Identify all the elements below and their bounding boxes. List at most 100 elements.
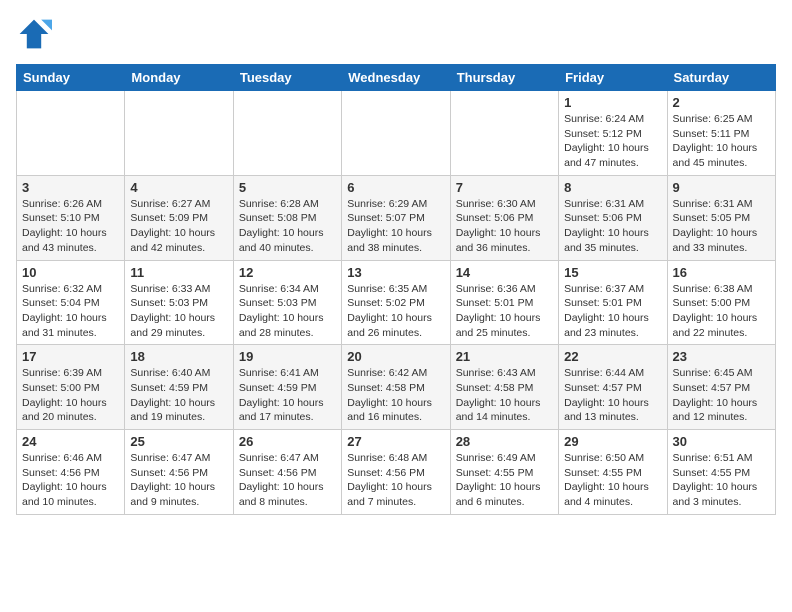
day-number: 24 — [22, 434, 119, 449]
calendar-cell: 11 Sunrise: 6:33 AM Sunset: 5:03 PM Dayli… — [125, 260, 233, 345]
day-number: 18 — [130, 349, 227, 364]
day-number: 2 — [673, 95, 770, 110]
calendar-week-4: 17Sunrise: 6:39 AM Sunset: 5:00 PM Dayli… — [17, 345, 776, 430]
day-number: 21 — [456, 349, 553, 364]
day-info: Sunrise: 6:33 AM Sunset: 5:03 PM Dayligh… — [130, 282, 227, 341]
calendar-cell: 4 Sunrise: 6:27 AM Sunset: 5:09 PM Daylig… — [125, 175, 233, 260]
calendar-cell: 22 Sunrise: 6:44 AM Sunset: 4:57 PM Dayli… — [559, 345, 667, 430]
page-header — [16, 16, 776, 52]
day-number: 12 — [239, 265, 336, 280]
day-number: 16 — [673, 265, 770, 280]
calendar-cell: 18 Sunrise: 6:40 AM Sunset: 4:59 PM Dayli… — [125, 345, 233, 430]
calendar-cell: 7 Sunrise: 6:30 AM Sunset: 5:06 PM Daylig… — [450, 175, 558, 260]
day-number: 5 — [239, 180, 336, 195]
day-info: Sunrise: 6:30 AM Sunset: 5:06 PM Dayligh… — [456, 197, 553, 256]
calendar-cell: 9 Sunrise: 6:31 AM Sunset: 5:05 PM Daylig… — [667, 175, 775, 260]
calendar-week-2: 3 Sunrise: 6:26 AM Sunset: 5:10 PM Daylig… — [17, 175, 776, 260]
calendar-cell: 14 Sunrise: 6:36 AM Sunset: 5:01 PM Dayli… — [450, 260, 558, 345]
calendar-header-saturday: Saturday — [667, 65, 775, 91]
day-info: Sunrise: 6:49 AM Sunset: 4:55 PM Dayligh… — [456, 451, 553, 510]
calendar-cell: 30 Sunrise: 6:51 AM Sunset: 4:55 PM Dayli… — [667, 430, 775, 515]
calendar-cell: 2 Sunrise: 6:25 AM Sunset: 5:11 PM Daylig… — [667, 91, 775, 176]
calendar-cell: 15 Sunrise: 6:37 AM Sunset: 5:01 PM Dayli… — [559, 260, 667, 345]
calendar-cell: 5 Sunrise: 6:28 AM Sunset: 5:08 PM Daylig… — [233, 175, 341, 260]
day-info: Sunrise: 6:45 AM Sunset: 4:57 PM Dayligh… — [673, 366, 770, 425]
day-info: Sunrise: 6:31 AM Sunset: 5:06 PM Dayligh… — [564, 197, 661, 256]
calendar-header-tuesday: Tuesday — [233, 65, 341, 91]
day-info: Sunrise: 6:32 AM Sunset: 5:04 PM Dayligh… — [22, 282, 119, 341]
calendar-cell: 12 Sunrise: 6:34 AM Sunset: 5:03 PM Dayli… — [233, 260, 341, 345]
day-number: 7 — [456, 180, 553, 195]
day-number: 11 — [130, 265, 227, 280]
day-info: Sunrise: 6:36 AM Sunset: 5:01 PM Dayligh… — [456, 282, 553, 341]
day-info: Sunrise: 6:26 AM Sunset: 5:10 PM Dayligh… — [22, 197, 119, 256]
day-info: Sunrise: 6:37 AM Sunset: 5:01 PM Dayligh… — [564, 282, 661, 341]
day-info: Sunrise: 6:47 AM Sunset: 4:56 PM Dayligh… — [130, 451, 227, 510]
day-number: 28 — [456, 434, 553, 449]
calendar-table: SundayMondayTuesdayWednesdayThursdayFrid… — [16, 64, 776, 515]
calendar-cell: 29 Sunrise: 6:50 AM Sunset: 4:55 PM Dayli… — [559, 430, 667, 515]
day-number: 1 — [564, 95, 661, 110]
day-number: 13 — [347, 265, 444, 280]
calendar-cell: 28 Sunrise: 6:49 AM Sunset: 4:55 PM Dayli… — [450, 430, 558, 515]
day-info: Sunrise: 6:24 AM Sunset: 5:12 PM Dayligh… — [564, 112, 661, 171]
logo — [16, 16, 56, 52]
day-info: Sunrise: 6:42 AM Sunset: 4:58 PM Dayligh… — [347, 366, 444, 425]
day-number: 26 — [239, 434, 336, 449]
logo-icon — [16, 16, 52, 52]
day-number: 30 — [673, 434, 770, 449]
calendar-cell: 10Sunrise: 6:32 AM Sunset: 5:04 PM Dayli… — [17, 260, 125, 345]
day-number: 25 — [130, 434, 227, 449]
calendar-cell: 16Sunrise: 6:38 AM Sunset: 5:00 PM Dayli… — [667, 260, 775, 345]
day-number: 27 — [347, 434, 444, 449]
calendar-cell: 3 Sunrise: 6:26 AM Sunset: 5:10 PM Daylig… — [17, 175, 125, 260]
day-info: Sunrise: 6:34 AM Sunset: 5:03 PM Dayligh… — [239, 282, 336, 341]
day-info: Sunrise: 6:50 AM Sunset: 4:55 PM Dayligh… — [564, 451, 661, 510]
day-info: Sunrise: 6:31 AM Sunset: 5:05 PM Dayligh… — [673, 197, 770, 256]
day-info: Sunrise: 6:28 AM Sunset: 5:08 PM Dayligh… — [239, 197, 336, 256]
calendar-cell: 24 Sunrise: 6:46 AM Sunset: 4:56 PM Dayli… — [17, 430, 125, 515]
calendar-week-1: 1 Sunrise: 6:24 AM Sunset: 5:12 PM Daylig… — [17, 91, 776, 176]
calendar-header-friday: Friday — [559, 65, 667, 91]
day-number: 29 — [564, 434, 661, 449]
day-number: 15 — [564, 265, 661, 280]
calendar-cell — [17, 91, 125, 176]
calendar-cell: 26Sunrise: 6:47 AM Sunset: 4:56 PM Dayli… — [233, 430, 341, 515]
calendar-header-monday: Monday — [125, 65, 233, 91]
calendar-cell — [342, 91, 450, 176]
day-info: Sunrise: 6:41 AM Sunset: 4:59 PM Dayligh… — [239, 366, 336, 425]
day-number: 8 — [564, 180, 661, 195]
calendar-cell — [233, 91, 341, 176]
calendar-cell: 27 Sunrise: 6:48 AM Sunset: 4:56 PM Dayli… — [342, 430, 450, 515]
day-number: 3 — [22, 180, 119, 195]
day-number: 6 — [347, 180, 444, 195]
day-info: Sunrise: 6:48 AM Sunset: 4:56 PM Dayligh… — [347, 451, 444, 510]
day-number: 17 — [22, 349, 119, 364]
day-info: Sunrise: 6:46 AM Sunset: 4:56 PM Dayligh… — [22, 451, 119, 510]
day-info: Sunrise: 6:25 AM Sunset: 5:11 PM Dayligh… — [673, 112, 770, 171]
day-info: Sunrise: 6:27 AM Sunset: 5:09 PM Dayligh… — [130, 197, 227, 256]
day-info: Sunrise: 6:40 AM Sunset: 4:59 PM Dayligh… — [130, 366, 227, 425]
calendar-cell: 19 Sunrise: 6:41 AM Sunset: 4:59 PM Dayli… — [233, 345, 341, 430]
day-number: 23 — [673, 349, 770, 364]
calendar-week-3: 10Sunrise: 6:32 AM Sunset: 5:04 PM Dayli… — [17, 260, 776, 345]
day-info: Sunrise: 6:35 AM Sunset: 5:02 PM Dayligh… — [347, 282, 444, 341]
calendar-cell: 23 Sunrise: 6:45 AM Sunset: 4:57 PM Dayli… — [667, 345, 775, 430]
calendar-cell: 17Sunrise: 6:39 AM Sunset: 5:00 PM Dayli… — [17, 345, 125, 430]
calendar-header-row: SundayMondayTuesdayWednesdayThursdayFrid… — [17, 65, 776, 91]
calendar-week-5: 24 Sunrise: 6:46 AM Sunset: 4:56 PM Dayli… — [17, 430, 776, 515]
calendar-cell: 8 Sunrise: 6:31 AM Sunset: 5:06 PM Daylig… — [559, 175, 667, 260]
calendar-cell: 1 Sunrise: 6:24 AM Sunset: 5:12 PM Daylig… — [559, 91, 667, 176]
day-number: 9 — [673, 180, 770, 195]
day-info: Sunrise: 6:44 AM Sunset: 4:57 PM Dayligh… — [564, 366, 661, 425]
day-number: 19 — [239, 349, 336, 364]
calendar-cell: 6Sunrise: 6:29 AM Sunset: 5:07 PM Daylig… — [342, 175, 450, 260]
calendar-cell — [125, 91, 233, 176]
day-number: 4 — [130, 180, 227, 195]
calendar-header-thursday: Thursday — [450, 65, 558, 91]
day-number: 14 — [456, 265, 553, 280]
calendar-cell: 20Sunrise: 6:42 AM Sunset: 4:58 PM Dayli… — [342, 345, 450, 430]
calendar-header-sunday: Sunday — [17, 65, 125, 91]
day-number: 22 — [564, 349, 661, 364]
day-info: Sunrise: 6:51 AM Sunset: 4:55 PM Dayligh… — [673, 451, 770, 510]
